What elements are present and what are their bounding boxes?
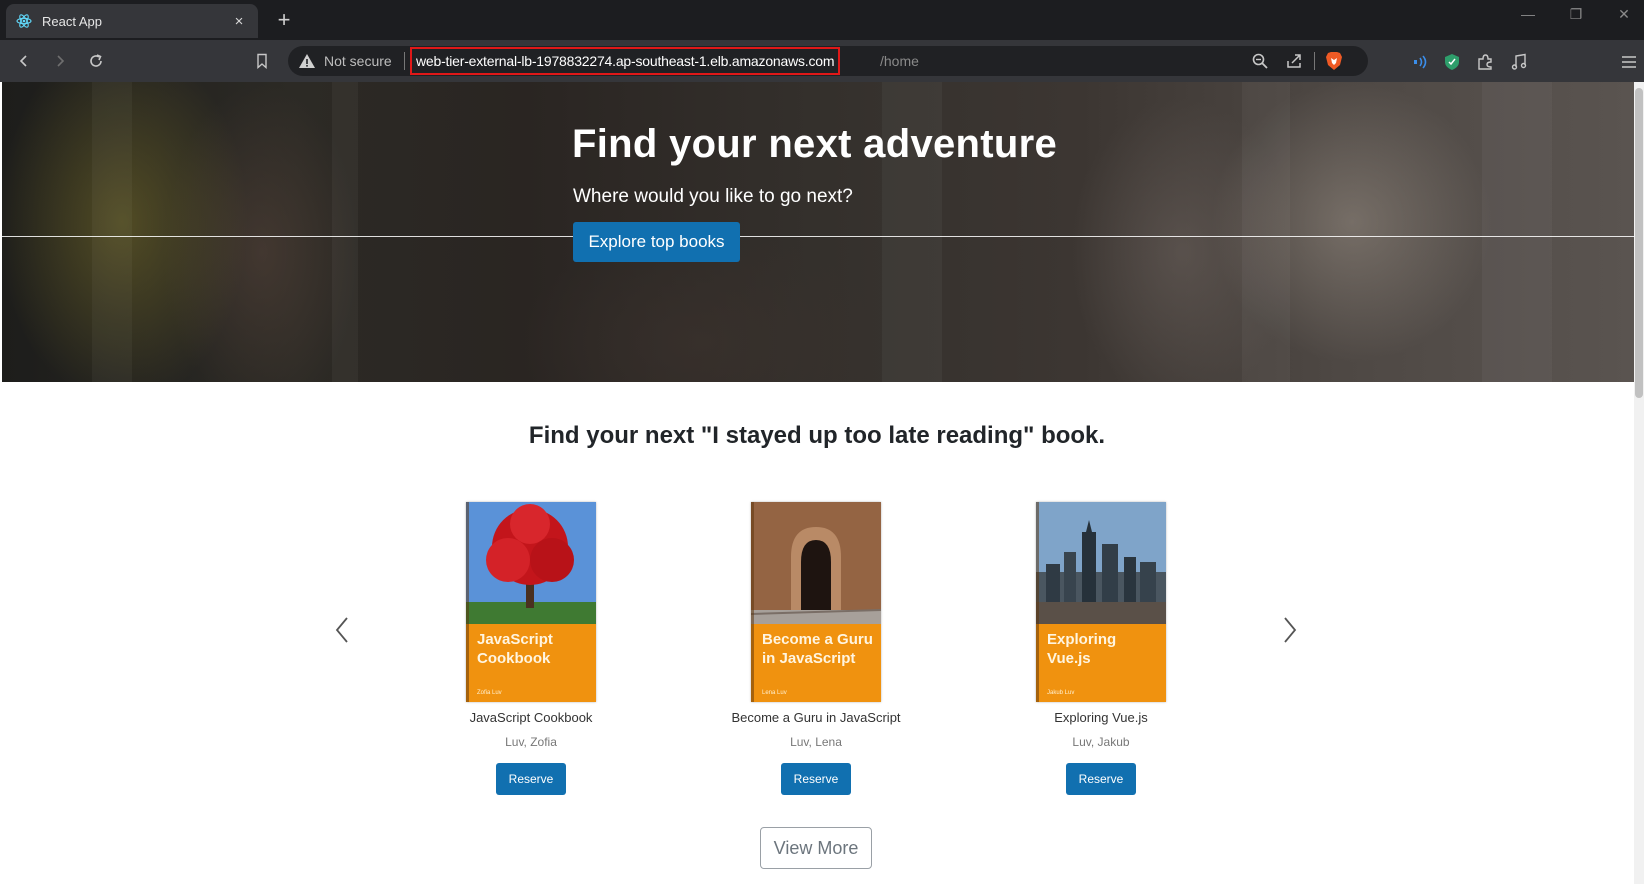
music-icon[interactable] (1508, 51, 1530, 73)
book-title: Become a Guru in JavaScript (731, 710, 901, 725)
cover-photo-skyline (1036, 502, 1166, 624)
cover-spine (466, 502, 469, 702)
browser-toolbar: Not secure web-tier-external-lb-19788322… (0, 40, 1644, 82)
cover-title: Become a Guru in JavaScript (762, 631, 873, 667)
omnibox-separator (1314, 52, 1315, 70)
hero-subtitle: Where would you like to go next? (573, 186, 853, 207)
view-more-button[interactable]: View More (760, 827, 872, 869)
book-title: Exploring Vue.js (1054, 710, 1148, 725)
section-title: Find your next "I stayed up too late rea… (528, 422, 1106, 449)
cover-title: Exploring Vue.js (1047, 631, 1117, 667)
share-icon[interactable] (1284, 51, 1304, 71)
cover-author: Lena Luv (762, 690, 787, 696)
reserve-button[interactable]: Reserve (1066, 763, 1136, 795)
minimize-button[interactable]: — (1514, 6, 1542, 22)
tab-title: React App (42, 13, 102, 29)
url-path: /home (880, 53, 919, 69)
address-separator (404, 52, 405, 70)
extension-shield-icon[interactable] (1441, 51, 1463, 73)
back-icon[interactable] (12, 49, 36, 73)
cover-title: JavaScript Cookbook (477, 631, 553, 667)
react-icon (16, 13, 32, 29)
cover-author: Zofia Luv (477, 690, 502, 696)
carousel-prev-icon[interactable] (330, 612, 354, 648)
carousel-next-icon[interactable] (1278, 612, 1302, 648)
menu-icon[interactable] (1618, 51, 1640, 73)
book-author: Luv, Lena (790, 735, 842, 749)
book-card: Become a Guru in JavaScript Lena Luv Bec… (716, 502, 916, 795)
book-cover[interactable]: JavaScript Cookbook Zofia Luv (466, 502, 596, 702)
reserve-button[interactable]: Reserve (496, 763, 566, 795)
hero-divider-line (2, 236, 1634, 237)
tab-react-app[interactable]: React App × (6, 4, 258, 38)
book-card: JavaScript Cookbook Zofia Luv JavaScript… (431, 502, 631, 795)
new-tab-button[interactable]: + (272, 6, 296, 34)
reserve-button[interactable]: Reserve (781, 763, 851, 795)
hero-title: Find your next adventure (572, 122, 1058, 166)
tab-strip: React App × + — ❐ ✕ (0, 0, 1644, 40)
book-card: Exploring Vue.js Jakub Luv Exploring Vue… (1001, 502, 1201, 795)
cover-spine (1036, 502, 1039, 702)
hero-bg-shelf (1482, 82, 1552, 382)
tab-close-icon[interactable]: × (230, 13, 248, 30)
page-viewport: Find your next adventure Where would you… (0, 82, 1644, 884)
warning-icon[interactable] (298, 52, 316, 70)
hero-bg-shelf (332, 82, 358, 382)
bookmark-icon[interactable] (250, 49, 274, 73)
address-bar[interactable]: Not secure web-tier-external-lb-19788322… (288, 46, 1368, 76)
explore-top-books-button[interactable]: Explore top books (573, 222, 740, 262)
book-author: Luv, Zofia (505, 735, 557, 749)
hero-bg-shelf (92, 82, 132, 382)
puzzle-icon[interactable] (1474, 51, 1496, 73)
cover-photo-archway (751, 502, 881, 624)
cover-photo-tree (466, 502, 596, 624)
url-host: web-tier-external-lb-1978832274.ap-south… (416, 53, 835, 69)
cover-spine (751, 502, 754, 702)
hero-bg-shelf (1242, 82, 1290, 382)
cover-author: Jakub Luv (1047, 690, 1075, 696)
book-author: Luv, Jakub (1072, 735, 1130, 749)
forward-icon[interactable] (48, 49, 72, 73)
reload-icon[interactable] (84, 49, 108, 73)
book-cover[interactable]: Become a Guru in JavaScript Lena Luv (751, 502, 881, 702)
security-label[interactable]: Not secure (324, 53, 392, 69)
url-highlight-box: web-tier-external-lb-1978832274.ap-south… (410, 47, 841, 75)
scrollbar-thumb[interactable] (1635, 88, 1643, 398)
page-scrollbar[interactable] (1634, 82, 1644, 884)
brave-shield-icon[interactable] (1324, 51, 1344, 71)
book-title: JavaScript Cookbook (469, 710, 593, 725)
hero-banner: Find your next adventure Where would you… (2, 82, 1634, 382)
audio-icon[interactable] (1410, 51, 1432, 73)
restore-button[interactable]: ❐ (1562, 6, 1590, 23)
zoom-icon[interactable] (1250, 51, 1270, 71)
window-close-button[interactable]: ✕ (1610, 6, 1638, 23)
book-cover[interactable]: Exploring Vue.js Jakub Luv (1036, 502, 1166, 702)
